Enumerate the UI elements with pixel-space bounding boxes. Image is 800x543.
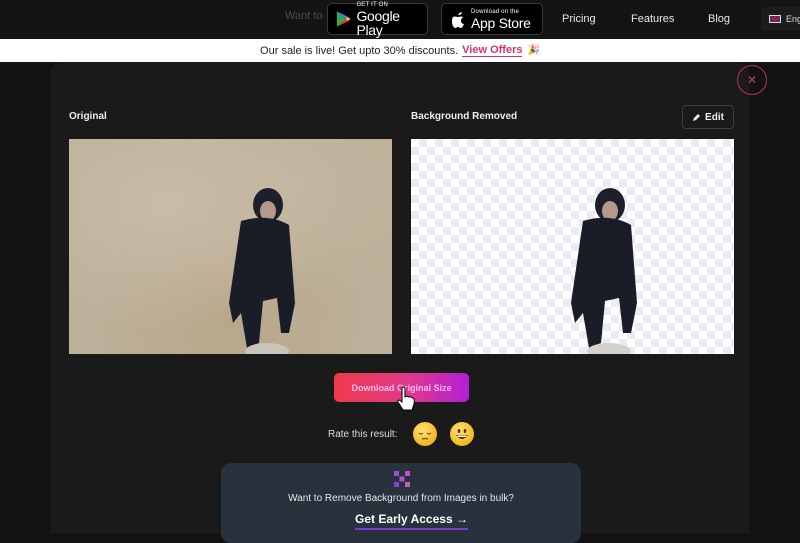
uk-flag-icon [769, 15, 781, 23]
app-store-small: Download on the [471, 8, 520, 15]
nav-blog[interactable]: Blog [708, 13, 730, 25]
google-play-icon [336, 11, 351, 27]
get-early-access-link[interactable]: Get Early Access → [355, 512, 468, 530]
edit-label: Edit [705, 111, 724, 123]
background-text: Want to [285, 10, 323, 22]
bulk-promo-card: Want to Remove Background from Images in… [221, 463, 581, 543]
happy-face-icon[interactable] [450, 422, 474, 446]
edit-button[interactable]: Edit [682, 105, 734, 129]
nav-features[interactable]: Features [631, 13, 674, 25]
sad-face-icon[interactable] [413, 422, 437, 446]
party-popper-icon: 🎉 [527, 45, 540, 56]
view-offers-link[interactable]: View Offers [462, 44, 523, 57]
google-play-small: GET IT ON [356, 1, 389, 8]
sale-banner: Our sale is live! Get upto 30% discounts… [0, 39, 800, 62]
close-icon: ✕ [746, 73, 758, 87]
close-button[interactable]: ✕ [737, 65, 767, 95]
language-label: Eng [786, 14, 800, 24]
original-image [69, 139, 392, 354]
app-store-label: App Store [471, 14, 531, 31]
rate-label: Rate this result: [328, 429, 398, 440]
apple-icon [452, 11, 464, 28]
hand-cursor-icon [397, 386, 415, 411]
original-label: Original [69, 111, 107, 122]
language-selector[interactable]: Eng [761, 7, 800, 31]
google-play-label: Google Play [356, 7, 400, 38]
removed-label: Background Removed [411, 111, 518, 122]
bulk-question: Want to Remove Background from Images in… [288, 493, 514, 504]
google-play-button[interactable]: GET IT ON Google Play [327, 1, 428, 38]
chimpanzee-image [229, 188, 295, 354]
sale-text: Our sale is live! Get upto 30% discounts… [260, 44, 459, 57]
app-logo-icon [394, 471, 410, 487]
nav-pricing[interactable]: Pricing [562, 13, 596, 25]
chimpanzee-cutout-image [571, 188, 637, 354]
background-removed-image [411, 139, 734, 354]
top-navbar: Want to GET IT ON Google Play Download o… [0, 0, 800, 39]
pencil-icon [693, 113, 701, 121]
app-store-button[interactable]: Download on the App Store [441, 3, 543, 35]
